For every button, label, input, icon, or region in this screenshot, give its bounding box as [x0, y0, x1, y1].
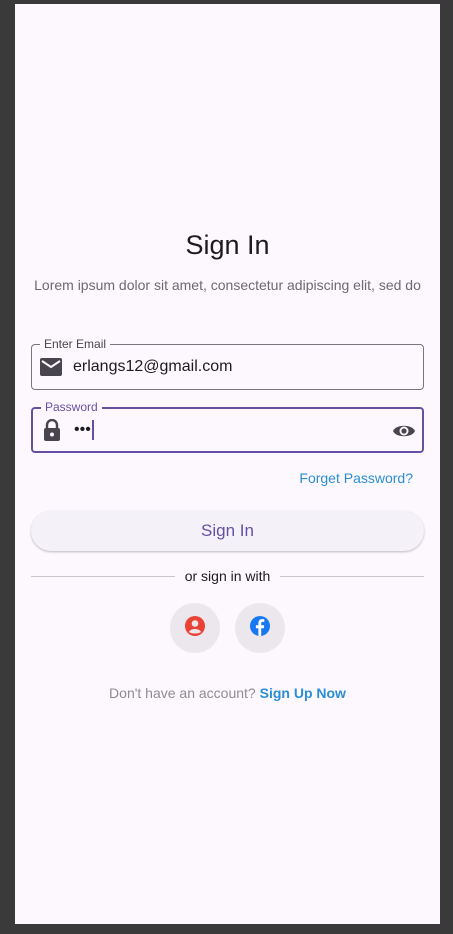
- password-field-label: Password: [41, 399, 102, 415]
- password-field[interactable]: Password •••: [31, 399, 424, 453]
- facebook-sign-in-button[interactable]: [235, 603, 285, 653]
- google-account-icon: [184, 615, 206, 642]
- sign-up-now-link[interactable]: Sign Up Now: [260, 685, 346, 701]
- sign-in-screen: Sign In Lorem ipsum dolor sit amet, cons…: [15, 4, 440, 924]
- password-value: •••: [74, 420, 94, 440]
- google-sign-in-button[interactable]: [170, 603, 220, 653]
- email-field[interactable]: Enter Email erlangs12@gmail.com: [31, 336, 424, 390]
- divider-line-left: [31, 575, 175, 577]
- facebook-icon: [249, 615, 271, 642]
- password-dots: •••: [74, 421, 91, 439]
- signup-question: Don't have an account?: [109, 685, 256, 701]
- page-subtitle: Lorem ipsum dolor sit amet, consectetur …: [34, 277, 421, 293]
- eye-icon[interactable]: [392, 419, 416, 443]
- email-value: erlangs12@gmail.com: [73, 358, 233, 375]
- text-cursor: [91, 420, 94, 440]
- sign-in-button[interactable]: Sign In: [31, 511, 424, 551]
- forgot-password-link[interactable]: Forget Password?: [299, 470, 413, 486]
- signup-prompt: Don't have an account? Sign Up Now: [15, 685, 440, 701]
- lock-icon: [40, 418, 64, 442]
- page-title: Sign In: [185, 230, 270, 260]
- or-divider: or sign in with: [31, 567, 424, 585]
- mail-icon: [39, 355, 63, 379]
- email-field-label: Enter Email: [40, 336, 111, 352]
- divider-text: or sign in with: [184, 568, 271, 584]
- divider-line-right: [280, 575, 424, 577]
